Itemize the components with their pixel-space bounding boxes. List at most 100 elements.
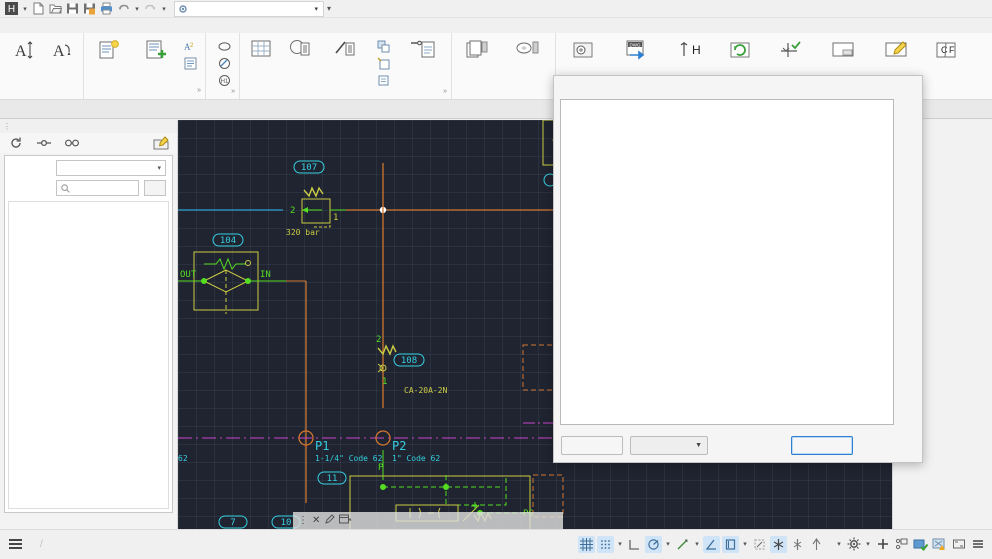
chevron-down-icon[interactable]: ▼ [695,442,702,449]
undo-caret-icon[interactable]: ▾ [133,5,141,13]
connector-symbol-icon[interactable] [36,135,52,151]
parts-table-wrapper[interactable] [560,99,894,425]
balloon-button[interactable] [214,38,237,54]
minimize-button[interactable] [914,0,940,18]
workspace-caret-icon[interactable]: ▾ [864,540,872,548]
object-snap-icon[interactable] [674,536,691,553]
polar-options-caret-icon[interactable]: ▾ [664,540,672,548]
chevron-down-icon[interactable]: ▾ [157,164,161,172]
workspace-options-icon[interactable]: ▾ [327,4,331,13]
iso-options-caret-icon[interactable]: ▾ [741,540,749,548]
display-format-button[interactable] [133,36,179,63]
ribbon-group-title: » [242,88,449,99]
hose-assembly-button[interactable] [320,36,372,63]
create-parts-list-dialog[interactable]: ▼ [553,75,923,463]
link-symbols-icon[interactable] [64,135,80,151]
selection-cycling-icon[interactable] [751,536,768,553]
height-button[interactable]: A [4,36,42,63]
undo-icon[interactable] [116,1,131,16]
app-menu-caret-icon[interactable]: ▾ [21,5,29,13]
dialog-footer: ▼ [554,428,922,462]
actuation-button[interactable] [373,38,396,54]
search-options-button[interactable] [144,180,166,196]
update-button[interactable] [715,436,777,455]
mdtools-button[interactable] [558,36,610,63]
app-menu-icon[interactable]: H [4,1,19,16]
connector-button[interactable] [397,36,449,63]
rotate-button[interactable]: A [43,36,81,63]
customize-plus-icon[interactable] [874,536,891,553]
open-icon[interactable] [48,1,63,16]
menu-icon[interactable] [969,536,986,553]
history-command-icon[interactable] [339,514,352,528]
simplify-dwg-button[interactable]: DWG [611,36,663,63]
schematic-check-button[interactable] [764,36,816,63]
save-icon[interactable] [65,1,80,16]
insert-button[interactable] [791,436,853,455]
chevron-down-icon[interactable]: ▾ [311,5,321,13]
isometric-icon[interactable] [722,536,739,553]
library-tree[interactable] [8,201,169,509]
annotation-visibility-icon[interactable] [808,536,825,553]
plot-icon[interactable] [99,1,114,16]
parts-button[interactable] [242,36,280,63]
cad-files-button[interactable] [501,36,553,63]
maximize-button[interactable] [940,0,966,18]
unit-converter-button[interactable]: CF [923,36,969,63]
edit-title-block-button[interactable] [870,36,922,63]
docs-button[interactable] [454,36,500,63]
item-icon [217,56,231,70]
property-button[interactable] [86,36,132,63]
pin-command-icon[interactable] [324,514,335,528]
fullscreen-icon[interactable] [950,536,967,553]
unit-converter-icon: CF [934,38,958,62]
isolate-icon[interactable] [893,536,910,553]
convert-to-hydraw-icon: H [677,38,703,62]
export-to-xml-button[interactable]: ▼ [630,436,708,455]
net-button[interactable] [373,55,396,71]
close-command-icon[interactable]: ✕ [312,515,320,526]
library-select[interactable]: ▾ [56,160,166,176]
dynamic-ucs-icon[interactable] [789,536,806,553]
save-as-icon[interactable] [82,1,97,16]
workspace-gear-icon[interactable] [845,536,862,553]
hose-button[interactable]: H1 [214,72,237,88]
snap-options-caret-icon[interactable]: ▾ [616,540,624,548]
redo-caret-icon[interactable]: ▾ [160,5,168,13]
osnap-options-caret-icon[interactable]: ▾ [693,540,701,548]
design-notes-button[interactable] [180,55,203,71]
snap-mode-icon[interactable] [597,536,614,553]
polar-tracking-icon[interactable] [645,536,662,553]
svg-text:107: 107 [301,163,317,173]
redo-icon[interactable] [143,1,158,16]
search-input[interactable] [56,180,139,196]
layout-menu-icon[interactable] [4,530,26,559]
expand-panel-icon[interactable]: » [197,87,201,94]
expand-panel-icon[interactable]: » [231,88,235,95]
update-drawing-button[interactable] [717,36,763,63]
annotation-monitor-icon[interactable] [931,536,948,553]
ortho-icon[interactable] [626,536,643,553]
back-button[interactable] [561,436,623,455]
cancel-button[interactable] [860,436,922,455]
port-names-button[interactable]: A2 [180,38,203,54]
close-button[interactable] [966,0,992,18]
expand-panel-icon[interactable]: » [443,88,447,95]
ports-button[interactable] [281,36,319,63]
connector-icon [410,38,436,62]
item-button[interactable] [214,55,237,71]
grid-display-icon[interactable] [578,536,595,553]
hardware-accel-icon[interactable] [912,536,929,553]
refresh-icon[interactable] [8,135,24,151]
angle-icon[interactable] [703,536,720,553]
convert-to-hydraw-button[interactable]: H [664,36,716,63]
command-bar[interactable]: ⋮ ✕ [293,512,563,529]
new-icon[interactable] [31,1,46,16]
workspace-switcher[interactable]: ▾ [174,1,324,17]
note-button[interactable] [373,72,396,88]
insert-title-block-button[interactable] [817,36,869,63]
edit-library-icon[interactable] [153,135,169,151]
quick-access-toolbar[interactable]: H ▾ ▾ ▾ [0,0,168,18]
osnap-tracking-icon[interactable] [770,536,787,553]
scale-caret-icon[interactable]: ▾ [835,540,843,548]
